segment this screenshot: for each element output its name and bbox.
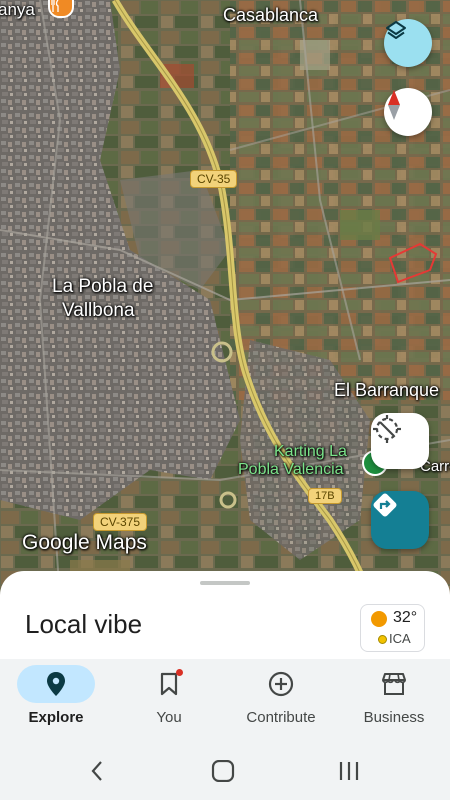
layers-button[interactable] <box>384 19 432 67</box>
bottom-sheet[interactable]: Local vibe 32° ICA <box>0 571 450 661</box>
nav-you-label: You <box>156 709 182 726</box>
nav-explore-icon-container <box>17 665 95 703</box>
place-label-el-barranquet[interactable]: El Barranque <box>334 380 439 401</box>
compass-icon <box>388 90 400 120</box>
store-icon <box>382 673 406 695</box>
place-label-la-pobla-line1: La Pobla de <box>52 276 154 297</box>
add-circle-icon <box>268 671 294 697</box>
nav-you[interactable]: You <box>119 665 219 726</box>
weather-temperature: 32° <box>393 609 418 626</box>
restaurant-marker-icon[interactable] <box>48 0 74 18</box>
map-view[interactable]: anya Casablanca La Pobla de Vallbona El … <box>0 0 450 600</box>
place-label-partial[interactable]: anya <box>0 0 35 20</box>
nav-explore-label: Explore <box>28 709 84 726</box>
nav-contribute-label: Contribute <box>246 709 316 726</box>
place-label-casablanca[interactable]: Casablanca <box>223 5 318 26</box>
system-recents-button[interactable] <box>334 758 364 784</box>
bottom-navigation: Explore You Contribute Business <box>0 659 450 742</box>
location-disabled-icon <box>373 415 401 443</box>
nav-business-icon-container <box>355 665 433 703</box>
notification-badge <box>176 669 183 676</box>
air-quality-label: ICA <box>389 631 411 646</box>
road-shield-cv35: CV-35 <box>190 170 238 188</box>
nav-business-label: Business <box>363 709 425 726</box>
system-back-button[interactable] <box>82 758 112 784</box>
google-maps-watermark: Google Maps <box>22 531 147 554</box>
system-home-button[interactable] <box>208 758 238 784</box>
place-label-la-pobla[interactable]: La Pobla de Vallbona <box>52 275 153 323</box>
sun-icon <box>371 611 387 627</box>
poi-label-karting-line1: Karting La <box>274 443 347 460</box>
road-shield-17b: 17B <box>308 488 342 504</box>
home-icon <box>211 760 235 782</box>
system-navigation-bar <box>0 742 450 800</box>
nav-explore[interactable]: Explore <box>6 665 106 726</box>
road-shield-cv375: CV-375 <box>93 513 148 531</box>
place-icon <box>47 672 65 696</box>
poi-label-karting-line2: Pobla Valencia <box>238 461 344 478</box>
back-icon <box>91 761 102 781</box>
compass-button[interactable] <box>384 88 432 136</box>
recents-icon <box>339 762 359 780</box>
nav-business[interactable]: Business <box>344 665 444 726</box>
directions-button[interactable] <box>371 491 429 549</box>
bookmark-icon <box>160 672 178 696</box>
layers-icon <box>386 21 406 39</box>
nav-contribute-icon-container <box>242 665 320 703</box>
nav-contribute[interactable]: Contribute <box>231 665 331 726</box>
poi-karting[interactable]: Karting La Pobla Valencia <box>238 443 347 479</box>
weather-chip[interactable]: 32° ICA <box>360 604 425 652</box>
sheet-drag-handle[interactable] <box>200 581 250 585</box>
place-label-la-pobla-line2: Vallbona <box>62 300 135 321</box>
sheet-title: Local vibe <box>25 609 143 639</box>
directions-icon <box>373 493 397 517</box>
air-quality-dot-icon <box>378 635 387 644</box>
nav-you-icon-container <box>130 665 208 703</box>
my-location-button[interactable] <box>371 413 429 469</box>
